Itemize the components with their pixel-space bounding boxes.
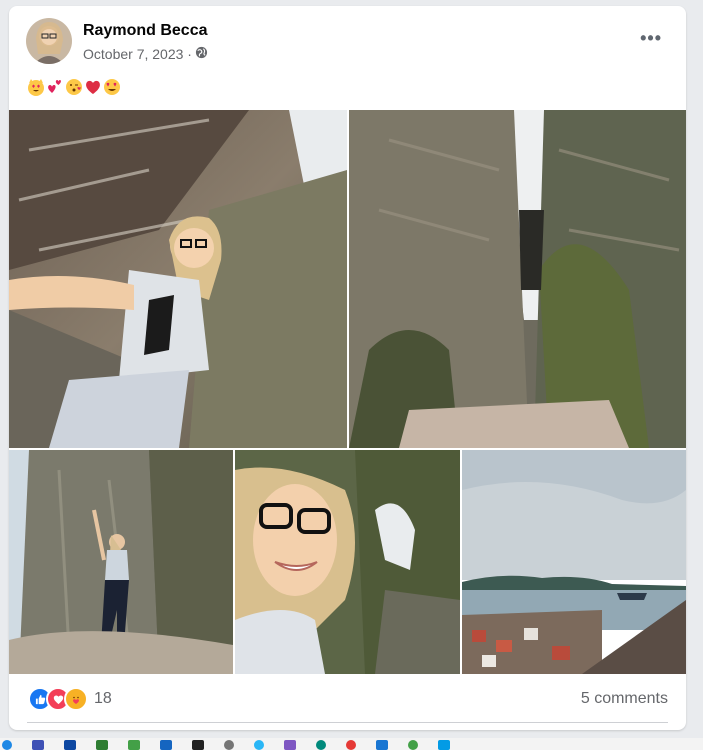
post-photo-5[interactable] [462, 450, 686, 674]
post-date[interactable]: October 7, 2023 · [83, 46, 192, 62]
care-reaction-icon [64, 687, 88, 711]
app2-icon[interactable] [128, 740, 140, 750]
footer-divider [27, 722, 668, 723]
reactions-summary[interactable]: 18 [28, 687, 112, 711]
reaction-count[interactable]: 18 [94, 690, 112, 708]
post-photo-1[interactable] [9, 110, 347, 448]
comments-count-link[interactable]: 5 comments [581, 690, 668, 708]
author-avatar[interactable] [26, 18, 72, 64]
mail-icon[interactable] [284, 740, 296, 750]
grinning-cat-heart-eyes-icon [27, 78, 45, 96]
edge-icon[interactable] [316, 740, 326, 750]
more-options-button[interactable]: ••• [640, 28, 662, 49]
taskbar [0, 738, 703, 750]
post-photo-4[interactable] [235, 450, 460, 674]
face-blowing-kiss-icon [65, 78, 83, 96]
author-name[interactable]: Raymond Becca [83, 22, 208, 40]
two-hearts-icon [46, 78, 64, 96]
bag-icon[interactable] [192, 740, 204, 750]
post-photo-2[interactable] [349, 110, 686, 448]
store-icon[interactable] [96, 740, 108, 750]
app-icon[interactable] [64, 740, 76, 750]
widgets-icon[interactable] [2, 740, 12, 750]
chrome-icon[interactable] [346, 740, 356, 750]
post-photo-3[interactable] [9, 450, 233, 674]
send-icon[interactable] [438, 740, 450, 750]
heart-eyes-face-icon [103, 78, 121, 96]
phone-icon[interactable] [224, 740, 234, 750]
telegram-icon[interactable] [254, 740, 264, 750]
post-card: Raymond Becca October 7, 2023 · ••• 18 5… [9, 6, 686, 730]
globe-icon [195, 46, 208, 62]
files-icon[interactable] [376, 740, 388, 750]
post-meta: October 7, 2023 · [83, 46, 208, 62]
calendar-icon[interactable] [160, 740, 172, 750]
red-heart-icon [84, 78, 102, 96]
post-caption [27, 78, 121, 96]
keyboard-icon[interactable] [32, 740, 44, 750]
whatsapp-icon[interactable] [408, 740, 418, 750]
